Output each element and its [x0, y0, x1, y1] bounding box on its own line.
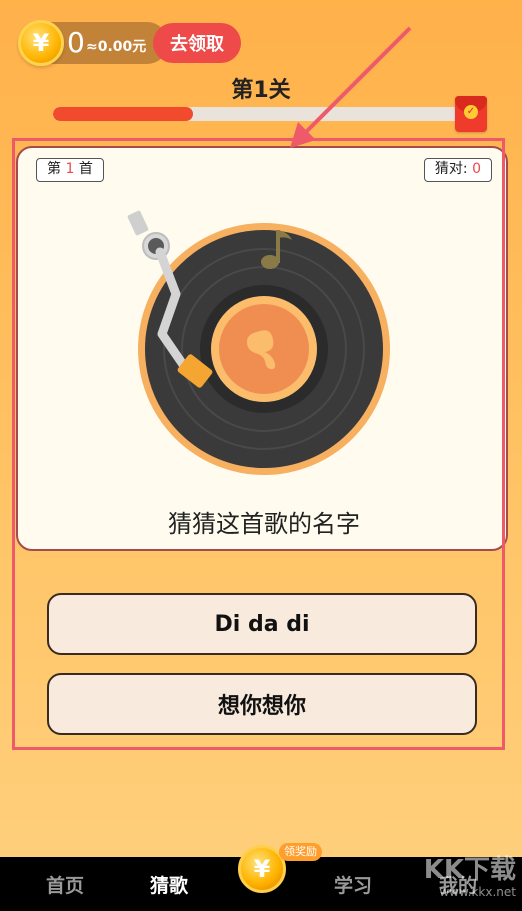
nav-tab-home[interactable]: 首页	[30, 871, 100, 898]
watermark-logo: KK下载 www.kkx.net	[400, 855, 522, 911]
money-value: ≈0.00元	[86, 39, 147, 55]
red-envelope-seal: ✓	[464, 105, 478, 119]
level-progress-bar	[53, 107, 465, 121]
nav-tab-learn[interactable]: 学习	[318, 871, 388, 898]
level-progress-fill	[53, 107, 194, 121]
watermark-brand: KK下载	[423, 855, 516, 885]
annotation-highlight-box	[12, 138, 505, 750]
watermark-url: www.kkx.net	[439, 885, 516, 899]
nav-reward-badge: 领奖励	[279, 843, 322, 861]
level-title: 第1关	[231, 78, 291, 103]
status-bar	[0, 0, 522, 10]
nav-tab-guess-song[interactable]: 猜歌	[134, 871, 204, 898]
coin-count: 0	[67, 26, 85, 59]
coin-icon: ¥	[18, 20, 64, 66]
claim-button[interactable]: 去领取	[153, 23, 241, 63]
red-envelope-icon[interactable]: ✓	[455, 96, 487, 132]
